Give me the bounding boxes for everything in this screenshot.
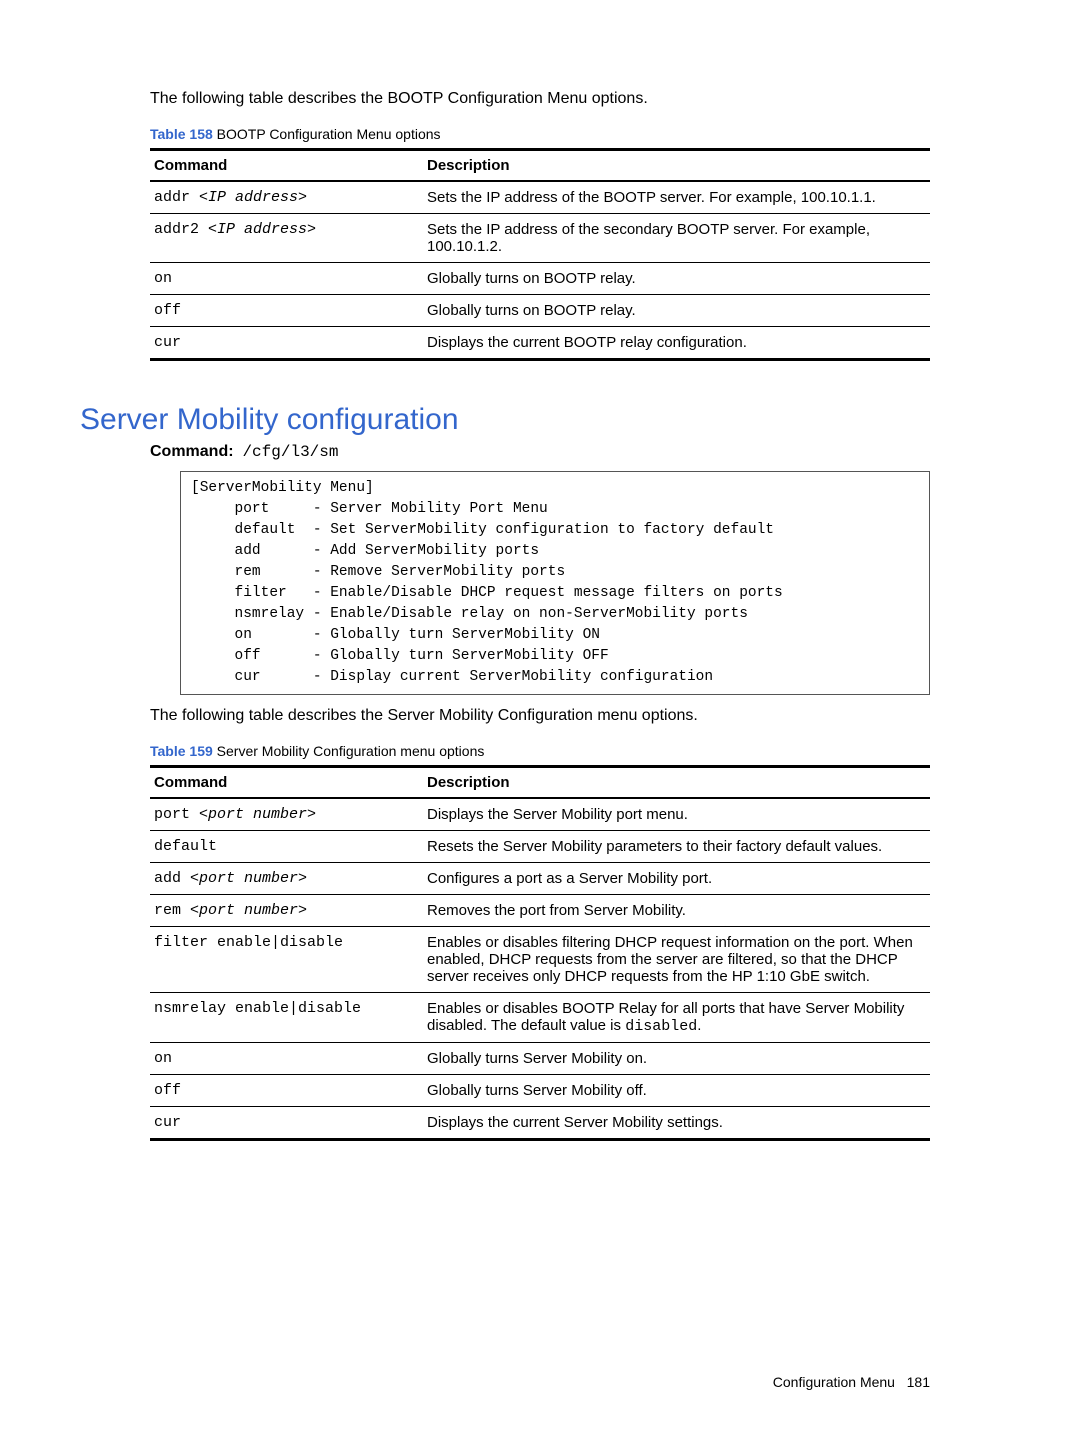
cmd-text: filter enable|disable bbox=[150, 927, 423, 993]
table-159-label: Table 159 bbox=[150, 743, 213, 759]
table-158-label: Table 158 bbox=[150, 126, 213, 142]
desc-post: . bbox=[697, 1017, 701, 1034]
table-159: Command Description port <port number> D… bbox=[150, 765, 930, 1141]
table-158-caption-text: BOOTP Configuration Menu options bbox=[213, 126, 441, 142]
section-heading: Server Mobility configuration bbox=[80, 403, 930, 437]
page-footer: Configuration Menu 181 bbox=[773, 1374, 930, 1390]
server-mobility-menu-box: [ServerMobility Menu] port - Server Mobi… bbox=[180, 471, 930, 695]
intro-text-2: The following table describes the Server… bbox=[150, 707, 930, 725]
cmd-arg: <IP address> bbox=[208, 221, 316, 238]
cmd-arg: <IP address> bbox=[199, 189, 307, 206]
footer-page-number: 181 bbox=[907, 1374, 930, 1390]
table-row: off Globally turns Server Mobility off. bbox=[150, 1075, 930, 1107]
desc-text: Configures a port as a Server Mobility p… bbox=[423, 863, 930, 895]
cmd-text: port bbox=[154, 806, 199, 823]
table-row: rem <port number> Removes the port from … bbox=[150, 895, 930, 927]
desc-text: Displays the Server Mobility port menu. bbox=[423, 798, 930, 831]
desc-text: Removes the port from Server Mobility. bbox=[423, 895, 930, 927]
desc-text: Sets the IP address of the secondary BOO… bbox=[423, 214, 930, 263]
table-159-header-command: Command bbox=[150, 767, 423, 799]
cmd-arg: <port number> bbox=[190, 902, 307, 919]
desc-text: Globally turns Server Mobility off. bbox=[423, 1075, 930, 1107]
table-159-header-description: Description bbox=[423, 767, 930, 799]
cmd-text: off bbox=[150, 295, 423, 327]
cmd-text: cur bbox=[150, 327, 423, 360]
cmd-text: default bbox=[150, 831, 423, 863]
table-row: add <port number> Configures a port as a… bbox=[150, 863, 930, 895]
table-row: cur Displays the current Server Mobility… bbox=[150, 1107, 930, 1140]
desc-text: Resets the Server Mobility parameters to… bbox=[423, 831, 930, 863]
table-row: default Resets the Server Mobility param… bbox=[150, 831, 930, 863]
table-158-caption: Table 158 BOOTP Configuration Menu optio… bbox=[150, 126, 930, 142]
cmd-arg: <port number> bbox=[199, 806, 316, 823]
table-row: on Globally turns Server Mobility on. bbox=[150, 1043, 930, 1075]
table-row: cur Displays the current BOOTP relay con… bbox=[150, 327, 930, 360]
command-label: Command: bbox=[150, 443, 234, 460]
cmd-text: off bbox=[150, 1075, 423, 1107]
table-158-header-command: Command bbox=[150, 150, 423, 182]
table-row: port <port number> Displays the Server M… bbox=[150, 798, 930, 831]
table-row: nsmrelay enable|disable Enables or disab… bbox=[150, 993, 930, 1043]
desc-text: Globally turns on BOOTP relay. bbox=[423, 295, 930, 327]
table-158: Command Description addr <IP address> Se… bbox=[150, 148, 930, 361]
cmd-text: on bbox=[150, 263, 423, 295]
cmd-arg: <port number> bbox=[190, 870, 307, 887]
desc-text: Globally turns on BOOTP relay. bbox=[423, 263, 930, 295]
desc-text: Globally turns Server Mobility on. bbox=[423, 1043, 930, 1075]
table-159-caption: Table 159 Server Mobility Configuration … bbox=[150, 743, 930, 759]
desc-text: Displays the current BOOTP relay configu… bbox=[423, 327, 930, 360]
cmd-text: on bbox=[150, 1043, 423, 1075]
desc-text: Sets the IP address of the BOOTP server.… bbox=[423, 181, 930, 214]
intro-text-1: The following table describes the BOOTP … bbox=[150, 90, 930, 108]
table-row: off Globally turns on BOOTP relay. bbox=[150, 295, 930, 327]
desc-text: Enables or disables filtering DHCP reque… bbox=[423, 927, 930, 993]
footer-section: Configuration Menu bbox=[773, 1374, 895, 1390]
desc-text: Enables or disables BOOTP Relay for all … bbox=[423, 993, 930, 1043]
cmd-text: addr2 bbox=[154, 221, 208, 238]
table-158-header-description: Description bbox=[423, 150, 930, 182]
desc-text: Displays the current Server Mobility set… bbox=[423, 1107, 930, 1140]
cmd-text: add bbox=[154, 870, 190, 887]
table-row: addr <IP address> Sets the IP address of… bbox=[150, 181, 930, 214]
command-value: /cfg/l3/sm bbox=[242, 443, 338, 461]
table-row: addr2 <IP address> Sets the IP address o… bbox=[150, 214, 930, 263]
cmd-text: nsmrelay enable|disable bbox=[150, 993, 423, 1043]
desc-mono: disabled bbox=[625, 1018, 697, 1035]
table-row: on Globally turns on BOOTP relay. bbox=[150, 263, 930, 295]
command-line: Command: /cfg/l3/sm bbox=[150, 443, 930, 461]
cmd-text: addr bbox=[154, 189, 199, 206]
cmd-text: rem bbox=[154, 902, 190, 919]
table-159-caption-text: Server Mobility Configuration menu optio… bbox=[213, 743, 485, 759]
page: The following table describes the BOOTP … bbox=[0, 0, 1080, 1440]
cmd-text: cur bbox=[150, 1107, 423, 1140]
table-row: filter enable|disable Enables or disable… bbox=[150, 927, 930, 993]
